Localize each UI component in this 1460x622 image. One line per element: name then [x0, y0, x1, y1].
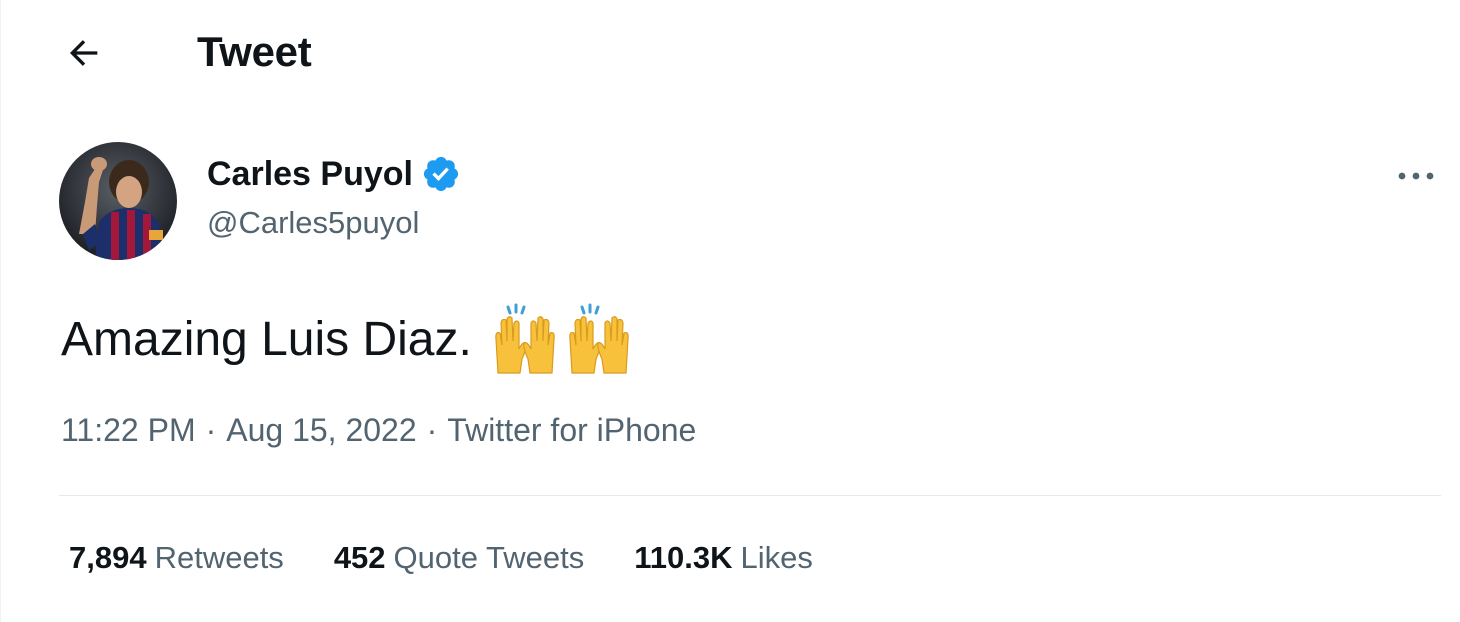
- avatar-photo: [59, 142, 177, 260]
- divider: [59, 495, 1441, 496]
- likes-label: Likes: [740, 540, 813, 575]
- tweet-text: Amazing Luis Diaz.: [61, 303, 638, 375]
- meta-separator: ·: [205, 412, 217, 448]
- likes-count: 110.3K: [634, 540, 733, 575]
- retweets-count: 7,894: [69, 540, 147, 575]
- emoji-group: [490, 303, 638, 375]
- retweets-label: Retweets: [154, 540, 284, 575]
- back-button[interactable]: [55, 24, 113, 82]
- meta-separator: ·: [426, 412, 438, 448]
- avatar[interactable]: [59, 142, 177, 260]
- raising-hands-emoji: [569, 303, 629, 374]
- likes-stat[interactable]: 110.3K Likes: [634, 540, 813, 576]
- author-display-name[interactable]: Carles Puyol: [207, 155, 413, 194]
- more-options-button[interactable]: [1389, 152, 1443, 200]
- tweet-text-body: Amazing Luis Diaz.: [61, 312, 472, 366]
- quote-tweets-stat[interactable]: 452 Quote Tweets: [334, 540, 584, 576]
- verified-badge-icon: [423, 156, 459, 192]
- quote-tweets-count: 452: [333, 540, 386, 575]
- engagement-stats: 7,894 Retweets 452 Quote Tweets 110.3K Like…: [69, 540, 813, 576]
- tweet-time[interactable]: 11:22 PM: [61, 412, 196, 449]
- quote-tweets-label: Quote Tweets: [393, 540, 585, 575]
- arrow-left-icon: [69, 40, 98, 66]
- tweet-source[interactable]: Twitter for iPhone: [447, 412, 696, 449]
- retweets-stat[interactable]: 7,894 Retweets: [69, 540, 284, 576]
- tweet-metadata: 11:22 PM · Aug 15, 2022 · Twitter for iP…: [61, 412, 696, 449]
- tweet-detail-view: Tweet Carles Puyol @Carles5puyol Amazing…: [0, 0, 1460, 622]
- author-name-row: Carles Puyol: [207, 154, 461, 194]
- more-horizontal-icon: [1398, 172, 1434, 180]
- raising-hands-emoji: [495, 303, 555, 374]
- tweet-date[interactable]: Aug 15, 2022: [226, 412, 416, 449]
- author-handle[interactable]: @Carles5puyol: [207, 205, 419, 241]
- page-title: Tweet: [197, 28, 312, 75]
- header-bar: Tweet: [1, 0, 1460, 104]
